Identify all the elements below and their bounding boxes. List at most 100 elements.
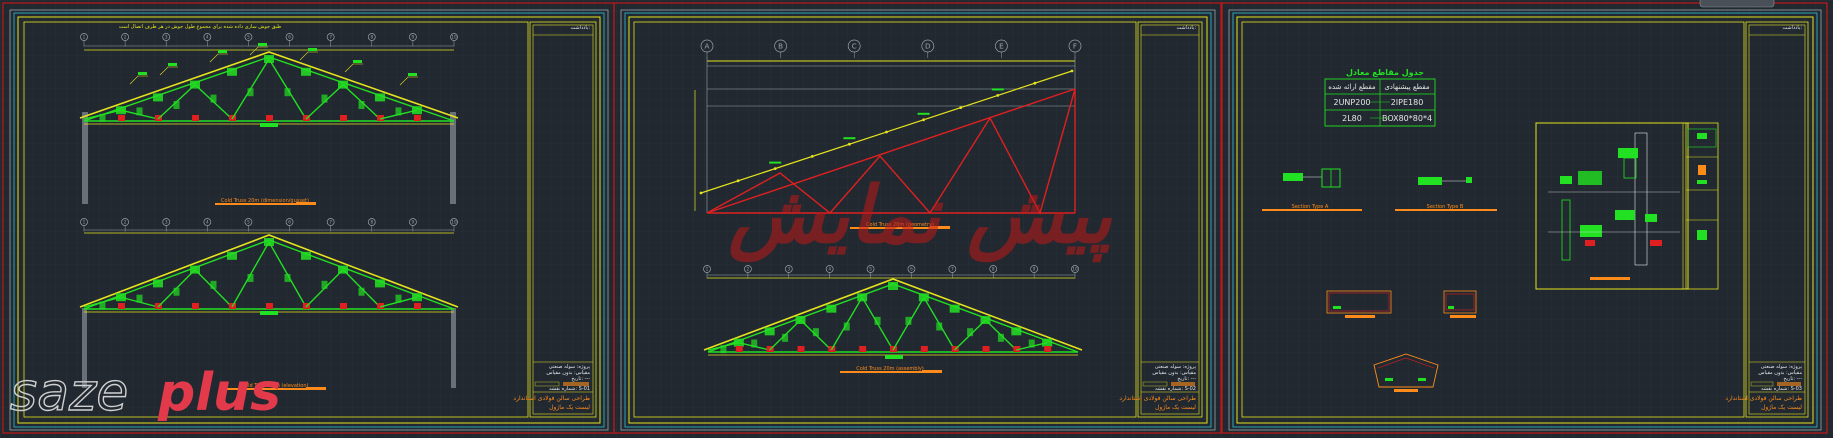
- weld-mark: [982, 346, 990, 352]
- dimension-tick: [699, 191, 703, 195]
- weld-mark: [859, 346, 867, 352]
- title-block-info-3: تاریخ: ---: [571, 376, 590, 382]
- stiffener: [905, 316, 912, 325]
- weld-mark: [118, 303, 125, 309]
- dimension-tick: [773, 167, 777, 171]
- title-block-info-4: شماره نقشه: S-01: [549, 386, 590, 392]
- grid-bubble-label: D: [925, 42, 931, 51]
- title-block-project: طراحی سالن فولادی استاندارد: [1725, 395, 1802, 402]
- column-right: [451, 308, 456, 388]
- column-left: [82, 112, 88, 204]
- grid-bubble-label: 4: [206, 35, 209, 40]
- dimension-tick: [848, 142, 851, 146]
- stiffener: [284, 273, 291, 282]
- watermark-brand-left: saze: [10, 363, 128, 423]
- grid-bubble-label: 9: [412, 35, 415, 40]
- grid-bubble-label: 5: [869, 267, 872, 272]
- stiffener: [247, 88, 254, 97]
- title-block-corner-label: یادداشت:: [1782, 25, 1802, 31]
- dimension-tag: [917, 112, 930, 115]
- stiffener: [321, 280, 328, 289]
- stiffener: [843, 322, 850, 331]
- weld-mark: [340, 115, 347, 121]
- weld-mark: [920, 346, 928, 352]
- weld-mark: [192, 303, 199, 309]
- stiffener: [99, 113, 106, 122]
- weld-mark: [735, 346, 743, 352]
- weld-mark: [1044, 346, 1052, 352]
- sheet1-note: طبق جوش سازی داده شده برای مجموع طول جوش…: [119, 24, 282, 30]
- grid-bubble-label: F: [1073, 42, 1077, 51]
- grid-bubble-label: 7: [329, 35, 332, 40]
- table-title: جدول مقاطع معادل: [1346, 68, 1424, 77]
- watermark-center-text: پیش نمایش: [727, 171, 1113, 263]
- grid-bubble-label: 8: [370, 220, 373, 225]
- stiffener: [247, 273, 254, 282]
- stiffener: [1028, 339, 1035, 348]
- callout-tag: [168, 63, 177, 66]
- stiffener: [936, 322, 943, 331]
- weld-mark: [192, 115, 199, 121]
- grid-bubble-label: 7: [329, 220, 332, 225]
- grid-bubble-label: 3: [165, 35, 168, 40]
- dimension-tick: [810, 155, 814, 158]
- viewport-tab[interactable]: [1699, 0, 1775, 8]
- grid-bubble-label: 8: [370, 35, 373, 40]
- grid-bubble-label: 10: [1072, 267, 1078, 272]
- gusset-plate: [826, 304, 837, 313]
- grid-bubble-label: 4: [206, 220, 209, 225]
- stiffener: [358, 101, 365, 109]
- weld-mark: [797, 346, 805, 352]
- title-block-info-4: شماره نقشه: S-02: [1155, 386, 1196, 392]
- gusset-plate: [227, 67, 237, 76]
- callout-tag: [308, 48, 317, 51]
- title-block-project: طراحی سالن فولادی استاندارد: [513, 395, 590, 402]
- stiffener: [136, 107, 143, 116]
- title-block-info-4: شماره نقشه: S-03: [1761, 386, 1802, 392]
- callout-tag: [353, 60, 362, 63]
- stiffener: [751, 339, 758, 348]
- grid-bubble-label: 1: [83, 220, 86, 225]
- grid-bubble-label: 2: [747, 267, 750, 272]
- stiffener: [782, 333, 789, 342]
- stiffener: [358, 287, 365, 296]
- grid-bubble-label: 6: [288, 35, 291, 40]
- stiffener: [284, 88, 291, 97]
- stiffener: [997, 333, 1004, 342]
- weld-mark: [414, 303, 421, 309]
- title-block-corner-label: یادداشت:: [1176, 25, 1196, 31]
- title-block-corner-label: یادداشت:: [570, 25, 590, 31]
- gusset-plate: [412, 106, 422, 115]
- gusset-plate: [1042, 338, 1053, 347]
- table-header-proposed: مقطع پیشنهادی: [1384, 83, 1430, 91]
- stiffener: [720, 345, 727, 354]
- stiffener: [812, 328, 819, 337]
- stiffener: [395, 107, 402, 116]
- gusset-plate: [227, 251, 237, 260]
- grid-bubble-label: 9: [412, 220, 415, 225]
- weld-mark: [414, 115, 421, 121]
- callout-tag: [408, 73, 417, 76]
- stiffener: [136, 294, 143, 303]
- grid-bubble-label: 5: [247, 35, 250, 40]
- weld-mark: [266, 303, 273, 309]
- dimension-tick: [885, 130, 888, 134]
- title-block-project: طراحی سالن فولادی استاندارد: [1119, 395, 1196, 402]
- dimension-tick: [959, 106, 963, 109]
- gusset-plate: [301, 67, 311, 76]
- cad-drawing-canvas[interactable]: یادداشت: پروژه: سوله صنعتی مقیاس: بدون م…: [0, 0, 1833, 438]
- grid-bubble-label: 3: [787, 267, 790, 272]
- watermark-center: پیش نمایش: [727, 171, 1113, 263]
- callout-tag: [218, 50, 227, 53]
- gusset-plate: [153, 93, 163, 102]
- title-block-subtitle: لیست یک ماژول: [549, 404, 590, 411]
- stiffener: [173, 287, 180, 296]
- table-cell: 2UNP200: [1333, 98, 1370, 107]
- table-cell: 2L80: [1342, 114, 1362, 123]
- dimension-tick: [1070, 69, 1074, 73]
- grid-bubble-label: 6: [910, 267, 913, 272]
- table-header-provided: مقطع ارائه شده: [1328, 83, 1376, 91]
- dimension-tick: [922, 118, 925, 122]
- weld-mark: [340, 303, 347, 309]
- grid-bubble-label: C: [852, 42, 857, 51]
